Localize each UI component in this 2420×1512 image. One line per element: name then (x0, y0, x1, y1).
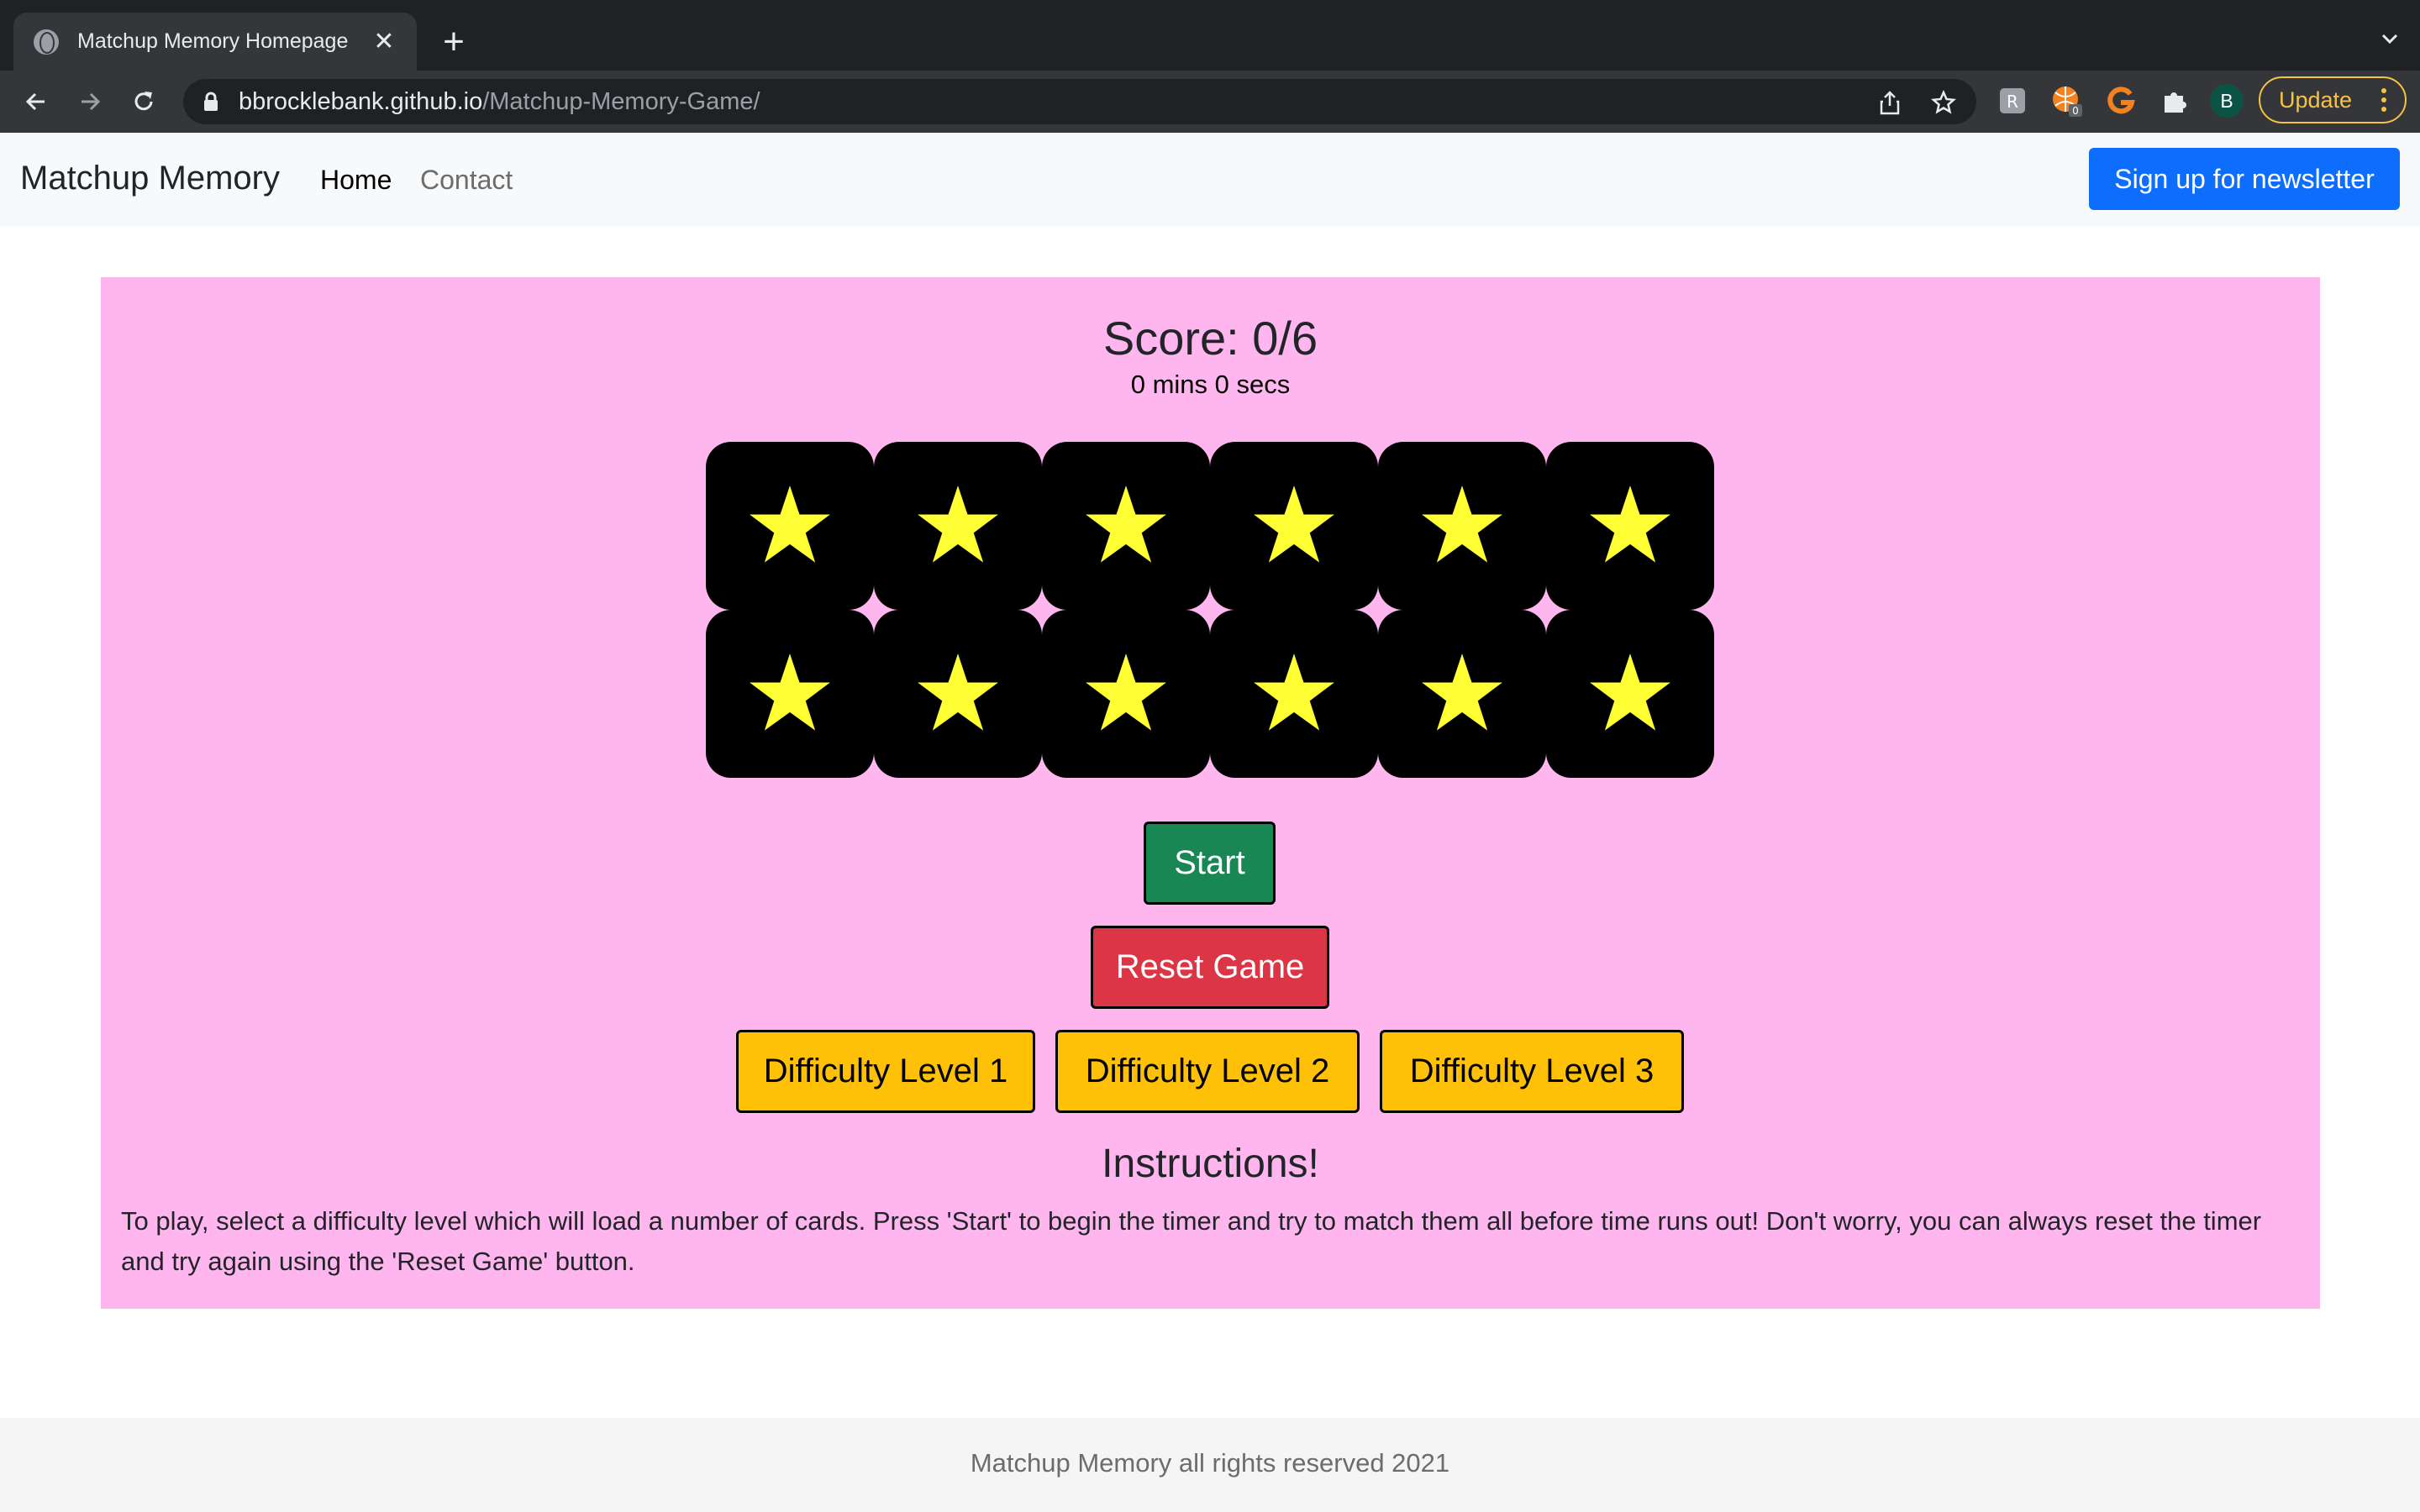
page-footer: Matchup Memory all rights reserved 2021 (0, 1418, 2420, 1512)
new-tab-button[interactable]: + (439, 24, 469, 60)
star-icon (1590, 654, 1670, 731)
bookmark-star-icon[interactable] (1929, 88, 1958, 117)
memory-card[interactable] (1378, 610, 1546, 778)
star-icon (918, 486, 998, 563)
address-bar[interactable]: bbrocklebank.github.io/Matchup-Memory-Ga… (183, 79, 1976, 124)
memory-card[interactable] (874, 442, 1042, 610)
reset-game-button[interactable]: Reset Game (1091, 926, 1329, 1009)
star-icon (750, 654, 830, 731)
brand-logo[interactable]: Matchup Memory (20, 160, 280, 197)
star-icon (750, 486, 830, 563)
star-icon (1086, 654, 1166, 731)
more-menu-icon[interactable] (2381, 88, 2386, 112)
lock-icon[interactable] (202, 92, 220, 112)
score-display: Score: 0/6 (1102, 312, 1318, 365)
difficulty-level-2-button[interactable]: Difficulty Level 2 (1055, 1030, 1360, 1113)
star-icon (1422, 486, 1502, 563)
star-icon (1086, 486, 1166, 563)
start-button[interactable]: Start (1144, 822, 1276, 905)
memory-card[interactable] (1546, 610, 1714, 778)
instructions-text: To play, select a difficulty level which… (121, 1206, 2262, 1276)
forward-arrow-icon (82, 92, 101, 111)
card-grid (706, 442, 1714, 778)
share-icon[interactable] (1876, 88, 1904, 117)
memory-card[interactable] (1546, 442, 1714, 610)
extension-g-icon[interactable] (2104, 84, 2138, 118)
profile-avatar[interactable]: B (2210, 84, 2244, 118)
game-panel: Score: 0/6 0 mins 0 secs Start Reset Gam… (101, 277, 2320, 1309)
star-icon (1254, 654, 1334, 731)
instructions-title: Instructions! (1102, 1142, 1319, 1186)
url-path: /Matchup-Memory-Game/ (482, 88, 760, 115)
timer-display: 0 mins 0 secs (1130, 370, 1291, 399)
star-icon (918, 654, 998, 731)
extension-badge: 0 (2072, 105, 2079, 117)
memory-card[interactable] (1210, 610, 1378, 778)
site-navbar: Matchup Memory Home Contact Sign up for … (0, 133, 2420, 227)
browser-tab[interactable]: Matchup Memory Homepage ✕ (13, 13, 417, 71)
memory-card[interactable] (706, 442, 874, 610)
tab-close-button[interactable]: ✕ (371, 29, 397, 55)
difficulty-level-3-button[interactable]: Difficulty Level 3 (1380, 1030, 1684, 1113)
back-arrow-icon (25, 92, 45, 111)
star-icon (1422, 654, 1502, 731)
extensions-puzzle-icon[interactable] (2158, 84, 2191, 118)
memory-card[interactable] (874, 610, 1042, 778)
update-label: Update (2279, 87, 2353, 113)
memory-card[interactable] (1042, 610, 1210, 778)
memory-card[interactable] (1378, 442, 1546, 610)
difficulty-level-1-button[interactable]: Difficulty Level 1 (736, 1030, 1035, 1113)
url-text[interactable]: bbrocklebank.github.io/Matchup-Memory-Ga… (239, 88, 760, 116)
tab-title: Matchup Memory Homepage (77, 29, 349, 53)
url-host: bbrocklebank.github.io (239, 88, 483, 115)
browser-tab-strip: Matchup Memory Homepage ✕ + (0, 0, 2420, 71)
nav-link-home[interactable]: Home (320, 165, 392, 196)
newsletter-signup-button[interactable]: Sign up for newsletter (2089, 148, 2400, 210)
footer-copyright: Matchup Memory all rights reserved 2021 (970, 1448, 1450, 1478)
reload-button[interactable] (126, 84, 161, 119)
extension-reader-icon[interactable]: R (1996, 84, 2029, 118)
star-icon (1254, 486, 1334, 563)
globe-icon (34, 29, 59, 55)
back-button[interactable] (18, 84, 54, 119)
extension-basketball-icon[interactable]: 0 (2050, 84, 2084, 118)
update-button[interactable]: Update (2259, 76, 2407, 123)
memory-card[interactable] (706, 610, 874, 778)
forward-button[interactable] (72, 84, 108, 119)
star-icon (1590, 486, 1670, 563)
tab-search-chevron-icon[interactable] (2378, 27, 2402, 50)
memory-card[interactable] (1042, 442, 1210, 610)
nav-link-contact[interactable]: Contact (420, 165, 513, 196)
memory-card[interactable] (1210, 442, 1378, 610)
reload-icon (134, 92, 153, 111)
svg-text:R: R (2007, 92, 2018, 112)
